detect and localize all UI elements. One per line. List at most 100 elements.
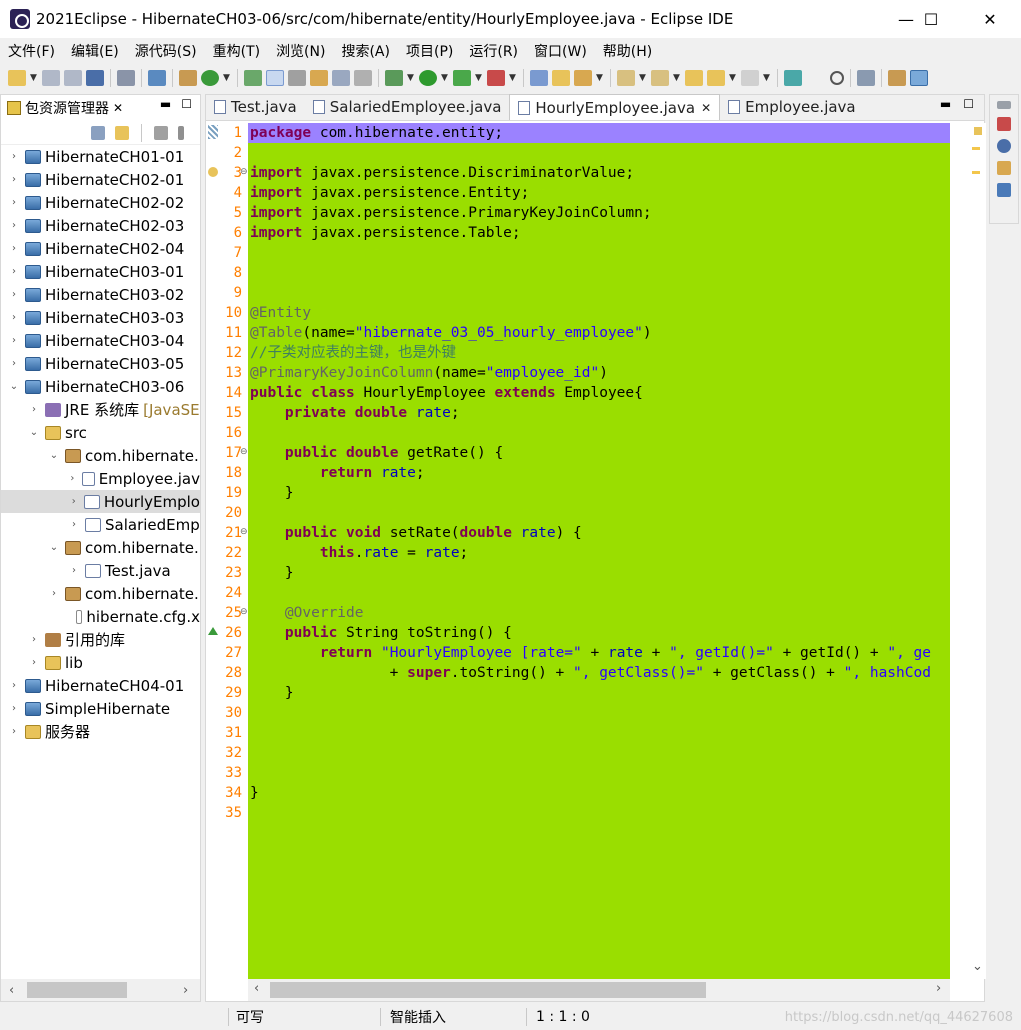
menu-window[interactable]: 窗口(W) xyxy=(526,41,595,61)
previous-annotation-icon[interactable] xyxy=(651,70,669,86)
tree-item[interactable]: › 服务器 xyxy=(1,720,200,743)
code-line[interactable]: import javax.persistence.Table; xyxy=(248,223,950,243)
maximize-editor-icon[interactable]: ☐ xyxy=(963,97,974,111)
menu-help[interactable]: 帮助(H) xyxy=(595,41,660,61)
chevron-right-icon[interactable]: › xyxy=(7,680,21,691)
block-selection-icon[interactable] xyxy=(332,70,350,86)
tree-item[interactable]: › 引用的库 xyxy=(1,628,200,651)
chevron-right-icon[interactable]: › xyxy=(7,266,21,277)
left-horizontal-scrollbar[interactable]: ‹ › xyxy=(1,979,200,1001)
code-line[interactable]: } xyxy=(248,683,950,703)
tree-item[interactable]: ⌄ com.hibernate. xyxy=(1,444,200,467)
minimize-view-icon[interactable]: ▬ xyxy=(160,97,171,111)
code-line[interactable]: @Override xyxy=(248,603,950,623)
code-line[interactable]: this.rate = rate; xyxy=(248,543,950,563)
tree-item[interactable]: ⌄ src xyxy=(1,421,200,444)
menu-run[interactable]: 运行(R) xyxy=(461,41,526,61)
coverage-icon[interactable] xyxy=(453,70,471,86)
code-line[interactable]: public class HourlyEmployee extends Empl… xyxy=(248,383,950,403)
code-line[interactable] xyxy=(248,583,950,603)
chevron-down-icon[interactable]: ⌄ xyxy=(47,450,61,461)
code-line[interactable]: return "HourlyEmployee [rate=" + rate + … xyxy=(248,643,950,663)
code-line[interactable] xyxy=(248,743,950,763)
code-line[interactable] xyxy=(248,803,950,823)
code-line[interactable]: private double rate; xyxy=(248,403,950,423)
menu-project[interactable]: 项目(P) xyxy=(398,41,461,61)
scroll-down-icon[interactable]: ⌄ xyxy=(972,959,983,974)
run-icon[interactable] xyxy=(419,70,437,86)
code-line[interactable] xyxy=(248,283,950,303)
code-line[interactable] xyxy=(248,263,950,283)
chevron-right-icon[interactable]: › xyxy=(7,312,21,323)
show-whitespace-icon[interactable] xyxy=(354,70,372,86)
scroll-right-icon[interactable]: › xyxy=(183,983,188,998)
javadoc-icon[interactable] xyxy=(997,139,1011,153)
tree-item[interactable]: › Test.java xyxy=(1,559,200,582)
code-line[interactable] xyxy=(248,503,950,523)
external-tools-icon[interactable] xyxy=(148,70,166,86)
debug-dropdown-icon[interactable]: ▼ xyxy=(407,70,415,86)
toggle-breadcrumb-icon[interactable] xyxy=(310,70,328,86)
collapse-all-icon[interactable] xyxy=(91,125,105,140)
chevron-right-icon[interactable]: › xyxy=(7,151,21,162)
menu-search[interactable]: 搜索(A) xyxy=(333,41,398,61)
tree-item[interactable]: › HibernateCH03-01 xyxy=(1,260,200,283)
new-package-icon[interactable] xyxy=(179,70,197,86)
tab-employee-java[interactable]: Employee.java xyxy=(720,94,864,120)
tree-item[interactable]: › HibernateCH03-02 xyxy=(1,283,200,306)
tree-item[interactable]: ⌄ HibernateCH03-06 xyxy=(1,375,200,398)
save-icon[interactable] xyxy=(42,70,60,86)
code-line[interactable]: @PrimaryKeyJoinColumn(name="employee_id"… xyxy=(248,363,950,383)
editor-horizontal-scrollbar[interactable]: ‹ › xyxy=(248,979,950,1001)
chevron-down-icon[interactable]: ⌄ xyxy=(7,381,21,392)
maximize-button[interactable]: ☐ xyxy=(908,0,954,38)
tree-item[interactable]: › SimpleHibernate xyxy=(1,697,200,720)
forward-icon[interactable] xyxy=(741,70,759,86)
chevron-right-icon[interactable]: › xyxy=(27,657,41,668)
search-icon[interactable] xyxy=(288,70,306,86)
close-button[interactable]: ✕ xyxy=(967,0,1013,38)
pin-icon[interactable] xyxy=(574,70,592,86)
scroll-right-icon[interactable]: › xyxy=(936,981,941,996)
tab-test-java[interactable]: Test.java xyxy=(206,94,305,120)
scroll-left-icon[interactable]: ‹ xyxy=(254,981,259,996)
terminal-icon[interactable] xyxy=(86,70,104,86)
next-annotation-dropdown-icon[interactable]: ▼ xyxy=(639,70,647,86)
external-run-dropdown-icon[interactable]: ▼ xyxy=(509,70,517,86)
code-line[interactable]: public String toString() { xyxy=(248,623,950,643)
declaration-icon[interactable] xyxy=(997,161,1011,175)
code-line[interactable]: //子类对应表的主键，也是外键 xyxy=(248,343,950,363)
overview-mark[interactable] xyxy=(972,171,980,174)
tree-item[interactable]: › HibernateCH03-03 xyxy=(1,306,200,329)
chevron-right-icon[interactable]: › xyxy=(7,243,21,254)
focus-icon[interactable] xyxy=(154,125,168,140)
code-line[interactable]: import javax.persistence.DiscriminatorVa… xyxy=(248,163,950,183)
tree-item[interactable]: › HibernateCH02-03 xyxy=(1,214,200,237)
code-line[interactable]: } xyxy=(248,563,950,583)
tree-item[interactable]: › HibernateCH03-05 xyxy=(1,352,200,375)
menu-navigate[interactable]: 浏览(N) xyxy=(268,41,333,61)
code-line[interactable] xyxy=(248,703,950,723)
chevron-right-icon[interactable]: › xyxy=(7,174,21,185)
new-dropdown-icon[interactable]: ▼ xyxy=(30,70,38,86)
java-ee-perspective-icon[interactable] xyxy=(888,70,906,86)
save-all-icon[interactable] xyxy=(64,70,82,86)
next-annotation-icon[interactable] xyxy=(617,70,635,86)
code-line[interactable]: import javax.persistence.Entity; xyxy=(248,183,950,203)
tree-item[interactable]: hibernate.cfg.x xyxy=(1,605,200,628)
tree-item[interactable]: › HibernateCH02-02 xyxy=(1,191,200,214)
chevron-down-icon[interactable]: ⌄ xyxy=(47,542,61,553)
coverage-dropdown-icon[interactable]: ▼ xyxy=(475,70,483,86)
code-line[interactable]: public void setRate(double rate) { xyxy=(248,523,950,543)
open-type-icon[interactable] xyxy=(244,70,262,86)
tree-item[interactable]: › HibernateCH02-01 xyxy=(1,168,200,191)
chevron-right-icon[interactable]: › xyxy=(67,519,81,530)
console-icon[interactable] xyxy=(997,183,1011,197)
close-tab-icon[interactable]: ✕ xyxy=(701,101,711,115)
java-perspective-icon[interactable] xyxy=(910,70,928,86)
chevron-right-icon[interactable]: › xyxy=(67,496,80,507)
tree-item[interactable]: › HibernateCH04-01 xyxy=(1,674,200,697)
pin-dropdown-icon[interactable]: ▼ xyxy=(596,70,604,86)
code-area[interactable]: 1 2 3 4 5 6 7 8 9 10 11 12 13 14 15 16 17 18 19 20 21 22 23 24 2… xyxy=(206,123,986,979)
minimize-editor-icon[interactable]: ▬ xyxy=(940,97,951,111)
